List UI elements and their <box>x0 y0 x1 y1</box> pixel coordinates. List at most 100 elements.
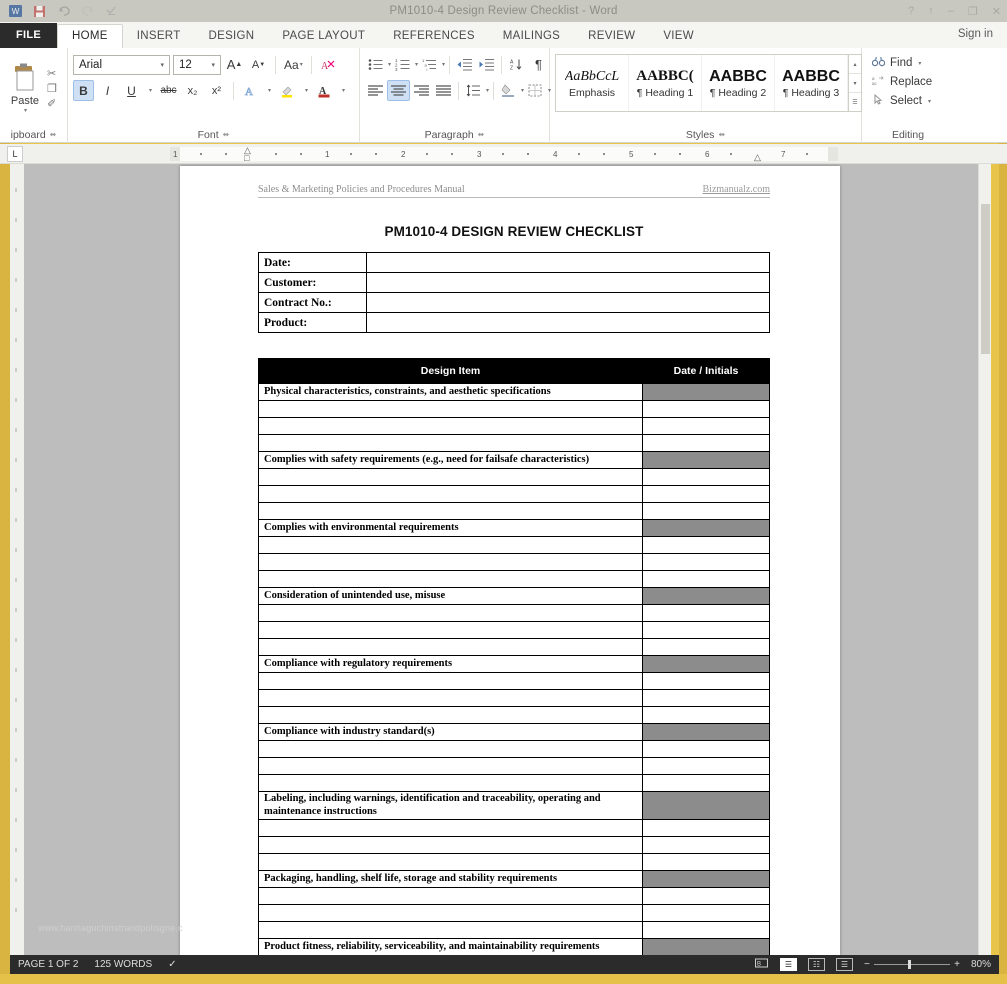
status-word-count[interactable]: 125 WORDS <box>94 959 152 970</box>
find-caret-icon[interactable]: ▾ <box>918 60 921 67</box>
checklist-blank-row[interactable] <box>258 706 770 724</box>
styles-scroll-down-icon[interactable]: ▾ <box>849 74 861 93</box>
checklist-blank-date[interactable] <box>642 621 770 639</box>
checklist-blank-row[interactable] <box>258 604 770 622</box>
checklist-item-date-initials[interactable] <box>642 587 770 605</box>
checklist-blank-date[interactable] <box>642 468 770 486</box>
checklist-blank-item[interactable] <box>258 485 643 503</box>
checklist-blank-item[interactable] <box>258 400 643 418</box>
align-right-icon[interactable] <box>411 80 432 101</box>
numbering-icon[interactable]: 123 <box>392 54 413 75</box>
line-spacing-icon[interactable] <box>463 80 484 101</box>
checklist-blank-item[interactable] <box>258 638 643 656</box>
checklist-item-date-initials[interactable] <box>642 383 770 401</box>
tab-stop-selector[interactable]: L <box>7 146 23 162</box>
paste-caret-icon[interactable]: ▾ <box>24 107 27 114</box>
checklist-blank-date[interactable] <box>642 417 770 435</box>
checklist-blank-row[interactable] <box>258 740 770 758</box>
checklist-blank-date[interactable] <box>642 853 770 871</box>
checklist-blank-item[interactable] <box>258 740 643 758</box>
document-canvas[interactable]: Sales & Marketing Policies and Procedure… <box>10 164 991 955</box>
increase-indent-icon[interactable] <box>476 54 497 75</box>
info-value-date[interactable] <box>366 252 770 273</box>
strikethrough-button[interactable]: abc <box>158 80 179 101</box>
select-button[interactable]: Select ▾ <box>871 93 932 108</box>
borders-icon[interactable] <box>525 80 546 101</box>
find-button[interactable]: Find ▾ <box>871 56 932 70</box>
checklist-item-row[interactable]: Labeling, including warnings, identifica… <box>258 791 770 820</box>
styles-more-icon[interactable]: ☰ <box>849 93 861 111</box>
status-page-indicator[interactable]: PAGE 1 OF 2 <box>18 959 78 970</box>
checklist-blank-date[interactable] <box>642 502 770 520</box>
vertical-scrollbar[interactable] <box>978 164 991 955</box>
multilevel-caret-icon[interactable]: ▾ <box>442 61 445 68</box>
clear-formatting-icon[interactable]: A <box>318 54 339 75</box>
checklist-item-date-initials[interactable] <box>642 791 770 820</box>
highlight-caret-icon[interactable]: ▾ <box>301 80 311 101</box>
tab-page-layout[interactable]: PAGE LAYOUT <box>268 25 379 48</box>
checklist-item-date-initials[interactable] <box>642 519 770 537</box>
checklist-item-date-initials[interactable] <box>642 723 770 741</box>
checklist-blank-date[interactable] <box>642 774 770 792</box>
underline-button[interactable]: U <box>121 80 142 101</box>
table-row[interactable]: Contract No.: <box>258 292 770 313</box>
font-family-combo[interactable]: Arial ▾ <box>73 54 170 75</box>
table-row[interactable]: Product: <box>258 312 770 333</box>
checklist-blank-item[interactable] <box>258 536 643 554</box>
proofing-icon[interactable]: ✓ <box>168 959 176 970</box>
maximize-button[interactable]: ❐ <box>968 5 978 18</box>
font-size-combo[interactable]: 12 ▾ <box>173 54 221 75</box>
zoom-thumb[interactable] <box>907 960 911 969</box>
zoom-out-button[interactable]: − <box>864 959 870 970</box>
font-dialog-launcher[interactable]: ⬌ <box>223 130 230 139</box>
checklist-blank-item[interactable] <box>258 468 643 486</box>
checklist-item-row[interactable]: Complies with environmental requirements <box>258 519 770 537</box>
shading-caret-icon[interactable]: ▾ <box>521 87 524 94</box>
decrease-indent-icon[interactable] <box>454 54 475 75</box>
checklist-item-row[interactable]: Compliance with regulatory requirements <box>258 655 770 673</box>
bullets-caret-icon[interactable]: ▾ <box>388 61 391 68</box>
format-painter-icon[interactable]: ✐ <box>47 98 57 110</box>
checklist-blank-date[interactable] <box>642 904 770 922</box>
checklist-blank-date[interactable] <box>642 706 770 724</box>
close-button[interactable]: ✕ <box>992 5 1001 18</box>
zoom-slider[interactable]: − + <box>864 959 960 970</box>
left-indent-marker[interactable]: □ <box>244 153 249 163</box>
help-icon[interactable]: ? <box>908 5 914 18</box>
bold-button[interactable]: B <box>73 80 94 101</box>
checklist-blank-item[interactable] <box>258 757 643 775</box>
select-caret-icon[interactable]: ▾ <box>928 98 931 105</box>
checklist-blank-row[interactable] <box>258 672 770 690</box>
checklist-blank-item[interactable] <box>258 621 643 639</box>
copy-icon[interactable]: ❐ <box>47 83 57 95</box>
info-table[interactable]: Date: Customer: Contract No.: Product: <box>258 252 770 333</box>
checklist-blank-row[interactable] <box>258 570 770 588</box>
styles-scroll-up-icon[interactable]: ▴ <box>849 55 861 74</box>
checklist-item-date-initials[interactable] <box>642 655 770 673</box>
show-formatting-marks-icon[interactable]: ¶ <box>528 54 549 75</box>
checklist-item-date-initials[interactable] <box>642 938 770 955</box>
checklist-blank-item[interactable] <box>258 502 643 520</box>
checklist-blank-date[interactable] <box>642 536 770 554</box>
checklist-blank-item[interactable] <box>258 819 643 837</box>
checklist-blank-date[interactable] <box>642 689 770 707</box>
style-heading-1[interactable]: AABBC( ¶ Heading 1 <box>629 55 702 111</box>
checklist-blank-item[interactable] <box>258 853 643 871</box>
checklist-blank-date[interactable] <box>642 553 770 571</box>
checklist-blank-row[interactable] <box>258 536 770 554</box>
horizontal-ruler[interactable]: 1 1 2 3 4 5 6 7 △ □ △ <box>170 145 838 163</box>
highlight-icon[interactable] <box>277 80 298 101</box>
table-row[interactable]: Customer: <box>258 272 770 293</box>
checklist-blank-date[interactable] <box>642 819 770 837</box>
checklist-item-row[interactable]: Physical characteristics, constraints, a… <box>258 383 770 401</box>
right-indent-marker[interactable]: △ <box>754 152 761 163</box>
checklist-item-date-initials[interactable] <box>642 451 770 469</box>
change-case-button[interactable]: Aa ▾ <box>282 54 305 75</box>
tab-view[interactable]: VIEW <box>649 25 708 48</box>
checklist-blank-date[interactable] <box>642 740 770 758</box>
checklist-blank-row[interactable] <box>258 553 770 571</box>
ribbon-display-options-icon[interactable]: ↑ <box>928 5 934 18</box>
checklist-blank-item[interactable] <box>258 689 643 707</box>
style-heading-2[interactable]: AABBC ¶ Heading 2 <box>702 55 775 111</box>
checklist-blank-date[interactable] <box>642 638 770 656</box>
